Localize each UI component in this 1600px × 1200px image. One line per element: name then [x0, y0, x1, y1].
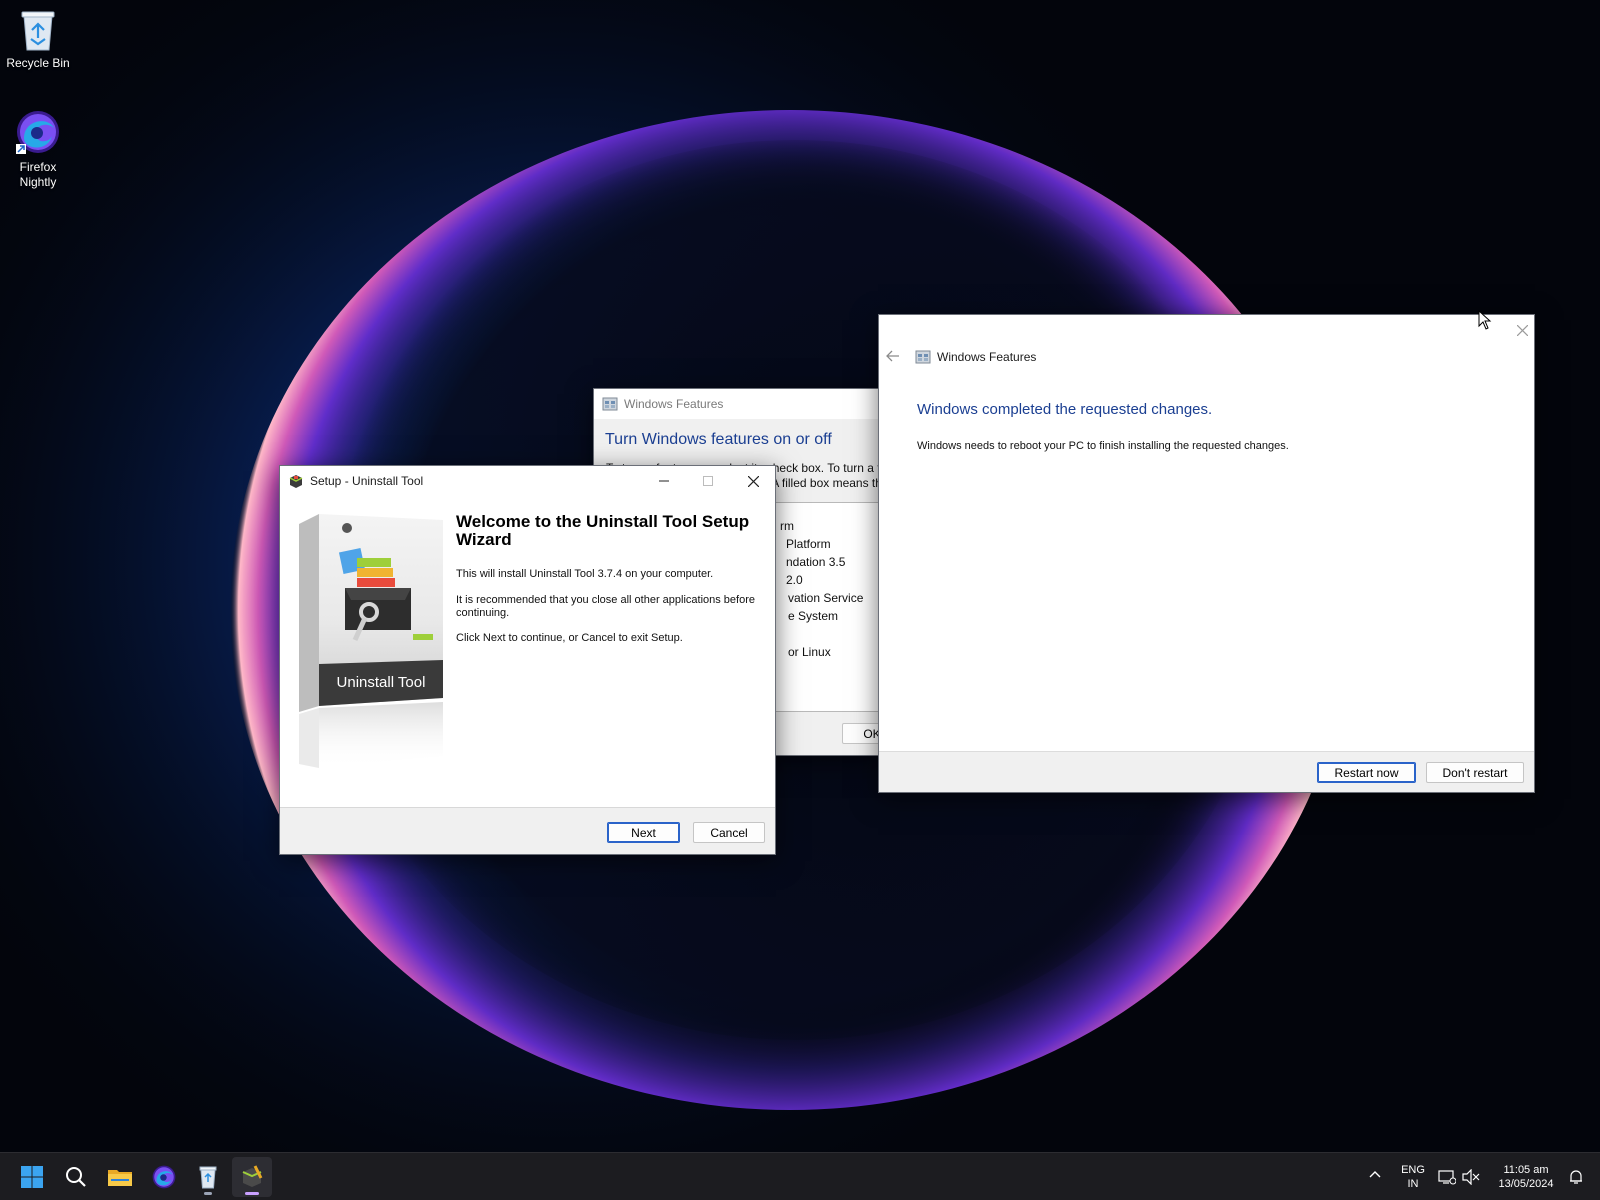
- cancel-button[interactable]: Cancel: [693, 822, 765, 843]
- dialog-title-row: Windows Features: [915, 349, 1036, 365]
- setup-wizard-icon: [242, 1165, 263, 1187]
- input-language-indicator[interactable]: ENG IN: [1398, 1163, 1428, 1191]
- window-title: Setup - Uninstall Tool: [310, 474, 424, 488]
- list-item[interactable]: 2.0: [786, 573, 803, 587]
- minimize-icon: [659, 480, 669, 482]
- list-item[interactable]: ndation 3.5: [786, 555, 845, 569]
- taskbar-firefox-nightly[interactable]: [144, 1157, 184, 1197]
- windows-features-icon: [602, 397, 618, 411]
- minimize-button[interactable]: [641, 466, 687, 496]
- firefox-nightly-icon: [16, 111, 59, 154]
- close-icon: [1516, 324, 1529, 337]
- taskbar-file-explorer[interactable]: [100, 1157, 140, 1197]
- product-box-image: Uninstall Tool: [299, 514, 443, 768]
- mouse-cursor-icon: [1478, 310, 1492, 330]
- title-bar[interactable]: Setup - Uninstall Tool: [280, 466, 775, 496]
- window-title: Windows Features: [624, 397, 724, 411]
- close-button[interactable]: [1516, 323, 1529, 339]
- setup-wizard-window[interactable]: Setup - Uninstall Tool Uninstall Tool We…: [279, 465, 776, 855]
- next-button[interactable]: Next: [607, 822, 680, 843]
- recycle-bin-icon: [21, 11, 55, 51]
- dont-restart-button[interactable]: Don't restart: [1426, 762, 1524, 783]
- firefox-nightly-icon: [152, 1165, 176, 1189]
- wizard-paragraph: It is recommended that you close all oth…: [456, 594, 755, 619]
- active-indicator: [245, 1192, 259, 1195]
- windows-start-icon: [21, 1166, 43, 1188]
- desktop-icon-firefox-nightly[interactable]: Firefox Nightly: [0, 108, 76, 190]
- recycle-bin-icon: [199, 1166, 217, 1189]
- list-item[interactable]: rm: [780, 519, 794, 533]
- maximize-button: [685, 466, 731, 496]
- taskbar-search-button[interactable]: [56, 1157, 96, 1197]
- wizard-heading: Welcome to the Uninstall Tool Setup Wiza…: [456, 512, 750, 549]
- restart-now-button[interactable]: Restart now: [1317, 762, 1416, 783]
- list-item[interactable]: Platform: [786, 537, 831, 551]
- language-code: ENG: [1401, 1164, 1425, 1176]
- network-icon[interactable]: [1438, 1169, 1456, 1185]
- start-button[interactable]: [12, 1157, 52, 1197]
- wizard-paragraph: Click Next to continue, or Cancel to exi…: [456, 632, 683, 644]
- wizard-footer: Next Cancel: [280, 807, 775, 854]
- dialog-heading: Windows completed the requested changes.: [917, 401, 1213, 418]
- close-icon: [747, 475, 759, 487]
- desktop-icon-label: Recycle Bin: [6, 56, 70, 70]
- product-box-label: Uninstall Tool: [337, 674, 426, 691]
- wizard-paragraph: This will install Uninstall Tool 3.7.4 o…: [456, 568, 714, 580]
- desktop-icon-recycle-bin[interactable]: Recycle Bin: [0, 6, 76, 71]
- taskbar-uninstall-tool-setup[interactable]: [232, 1157, 272, 1197]
- folder-icon: [108, 1170, 132, 1186]
- back-button[interactable]: [886, 349, 900, 366]
- desktop-icon-label: Firefox Nightly: [19, 160, 57, 189]
- list-item[interactable]: e System: [788, 609, 838, 623]
- window-title: Windows Features: [937, 350, 1037, 364]
- running-indicator: [204, 1192, 212, 1195]
- dialog-footer: Restart now Don't restart: [879, 751, 1534, 792]
- clock[interactable]: 11:05 am 13/05/2024: [1488, 1163, 1564, 1191]
- volume-muted-icon[interactable]: [1462, 1169, 1480, 1185]
- page-heading: Turn Windows features on or off: [605, 431, 832, 448]
- windows-features-icon: [915, 350, 931, 364]
- windows-features-complete-dialog[interactable]: Windows Features Windows completed the r…: [878, 314, 1535, 793]
- search-icon: [66, 1167, 86, 1187]
- list-item[interactable]: vation Service: [788, 591, 863, 605]
- taskbar: ENG IN 11:05 am 13/05/2024: [0, 1152, 1600, 1200]
- taskbar-recycle-app[interactable]: [188, 1157, 228, 1197]
- title-bar[interactable]: Windows Features: [594, 389, 882, 419]
- dialog-description: Windows needs to reboot your PC to finis…: [917, 440, 1289, 452]
- list-item[interactable]: or Linux: [788, 645, 831, 659]
- close-button[interactable]: [730, 466, 776, 496]
- region-code: IN: [1407, 1178, 1419, 1190]
- clock-time: 11:05 am: [1503, 1164, 1549, 1176]
- setup-app-icon: [289, 475, 303, 488]
- clock-date: 13/05/2024: [1498, 1178, 1554, 1190]
- back-arrow-icon: [886, 350, 899, 362]
- notification-bell-icon[interactable]: [1568, 1169, 1584, 1185]
- maximize-icon: [703, 476, 713, 486]
- chevron-up-icon[interactable]: [1368, 1167, 1382, 1181]
